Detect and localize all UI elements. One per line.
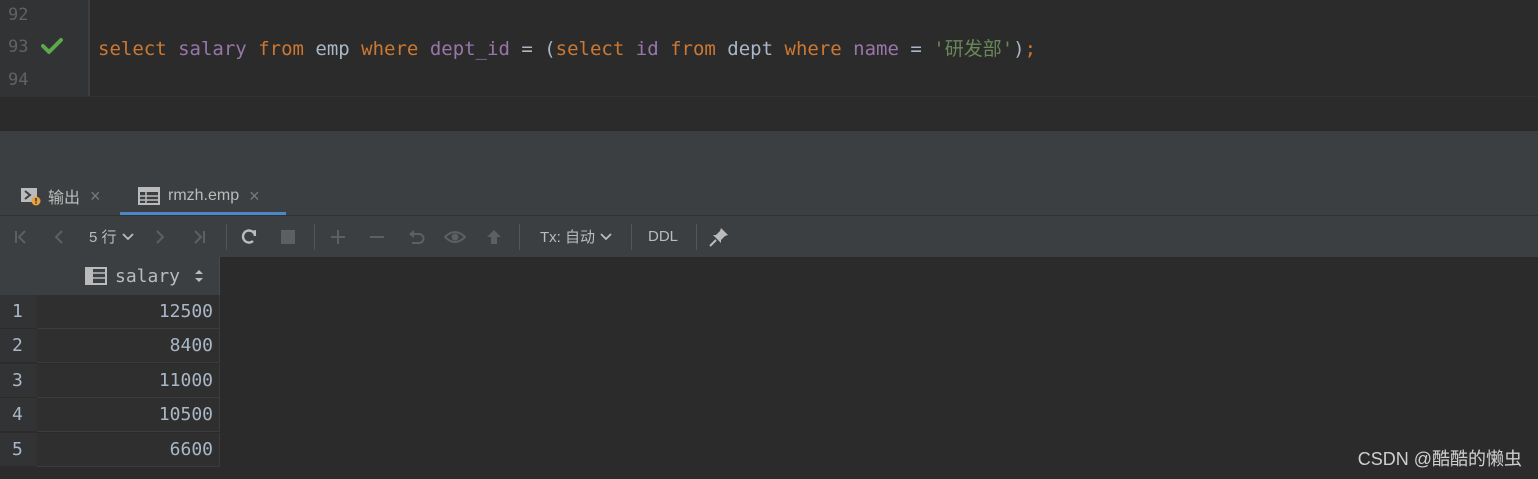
line-number: 92 — [8, 5, 29, 25]
revert-icon[interactable] — [403, 216, 429, 257]
sql-column: id — [635, 38, 659, 60]
result-grid[interactable]: salary 1 12500 2 8400 3 11000 4 10500 5 … — [0, 257, 1538, 479]
toolbar-separator — [519, 224, 520, 250]
tx-mode-label: Tx: 自动 — [540, 229, 595, 246]
line-number: 93 — [8, 37, 29, 57]
table-icon — [138, 187, 160, 205]
table-cell[interactable]: 11000 — [37, 364, 220, 398]
close-icon[interactable]: × — [90, 186, 101, 207]
editor-empty-area[interactable] — [0, 96, 1538, 133]
sql-keyword: where — [361, 38, 419, 60]
next-page-icon[interactable] — [147, 216, 173, 257]
sql-code-line[interactable]: select salary from emp where dept_id = (… — [98, 34, 1036, 61]
delete-row-icon[interactable] — [364, 216, 390, 257]
sql-keyword: where — [784, 38, 842, 60]
toolbar-separator — [631, 224, 632, 250]
code-text: = ( — [509, 38, 556, 60]
chevron-down-icon — [600, 232, 612, 240]
toolbar-separator — [696, 224, 697, 250]
pin-icon[interactable] — [706, 216, 732, 257]
tx-mode-selector[interactable]: Tx: 自动 — [540, 216, 613, 257]
row-number[interactable]: 2 — [0, 329, 37, 363]
column-header-label: salary — [115, 265, 181, 287]
rows-count-label: 5 行 — [89, 229, 117, 246]
code-text: ) — [1013, 38, 1025, 60]
table-cell[interactable]: 8400 — [37, 329, 220, 363]
toolbar-separator — [226, 224, 227, 250]
sql-keyword: select — [98, 38, 167, 60]
tab-rmzh-emp[interactable]: rmzh.emp × — [120, 177, 278, 215]
result-tabs: 输出 × rmzh.emp × — [0, 177, 1538, 215]
refresh-icon[interactable] — [236, 216, 262, 257]
table-cell[interactable]: 10500 — [37, 398, 220, 432]
tab-label: rmzh.emp — [168, 187, 240, 204]
sql-semicolon: ; — [1024, 38, 1037, 60]
sql-keyword: select — [555, 38, 625, 60]
ddl-button[interactable]: DDL — [648, 216, 678, 257]
previous-page-icon[interactable] — [46, 216, 72, 257]
sql-keyword: from — [670, 38, 716, 60]
table-cell[interactable]: 6600 — [37, 433, 220, 467]
editor-gutter: 92 93 94 — [0, 0, 89, 96]
sql-table: emp — [303, 38, 362, 60]
grid-corner[interactable] — [0, 257, 37, 295]
stop-icon[interactable] — [275, 216, 301, 257]
preview-changes-icon[interactable] — [442, 216, 468, 257]
column-icon — [85, 267, 107, 285]
first-page-icon[interactable] — [8, 216, 34, 257]
result-toolbar: 5 行 Tx: 自动 DDL — [0, 215, 1538, 258]
row-number[interactable]: 3 — [0, 364, 37, 398]
console-icon — [21, 188, 41, 206]
gutter-separator — [88, 0, 90, 96]
sql-table: dept — [715, 38, 785, 60]
rows-count-selector[interactable]: 5 行 — [89, 216, 135, 257]
watermark: CSDN @酷酷的懒虫 — [1357, 449, 1522, 469]
tab-label: 输出 — [48, 190, 81, 207]
table-cell[interactable]: 12500 — [37, 295, 220, 329]
ddl-label: DDL — [648, 228, 679, 245]
row-number[interactable]: 4 — [0, 398, 37, 432]
sql-column: name — [853, 38, 899, 60]
row-number[interactable]: 5 — [0, 433, 37, 467]
add-row-icon[interactable] — [325, 216, 351, 257]
row-number[interactable]: 1 — [0, 295, 37, 329]
sql-column: salary — [178, 38, 247, 60]
submit-icon[interactable] — [481, 216, 507, 257]
sql-editor[interactable]: 92 93 94 select salary from emp where de… — [0, 0, 1538, 96]
sql-keyword: from — [258, 38, 304, 60]
sort-icon[interactable] — [194, 269, 204, 283]
last-page-icon[interactable] — [186, 216, 212, 257]
tab-output[interactable]: 输出 × — [20, 177, 101, 215]
check-icon — [41, 38, 63, 54]
line-number: 94 — [8, 70, 29, 90]
chevron-down-icon — [121, 232, 134, 240]
sql-string: '研发部' — [933, 38, 1014, 60]
close-icon[interactable]: × — [249, 186, 260, 207]
toolbar-separator — [314, 224, 315, 250]
sql-column: dept_id — [429, 38, 510, 60]
column-header-salary[interactable]: salary — [37, 257, 220, 295]
code-text: = — [898, 38, 934, 60]
